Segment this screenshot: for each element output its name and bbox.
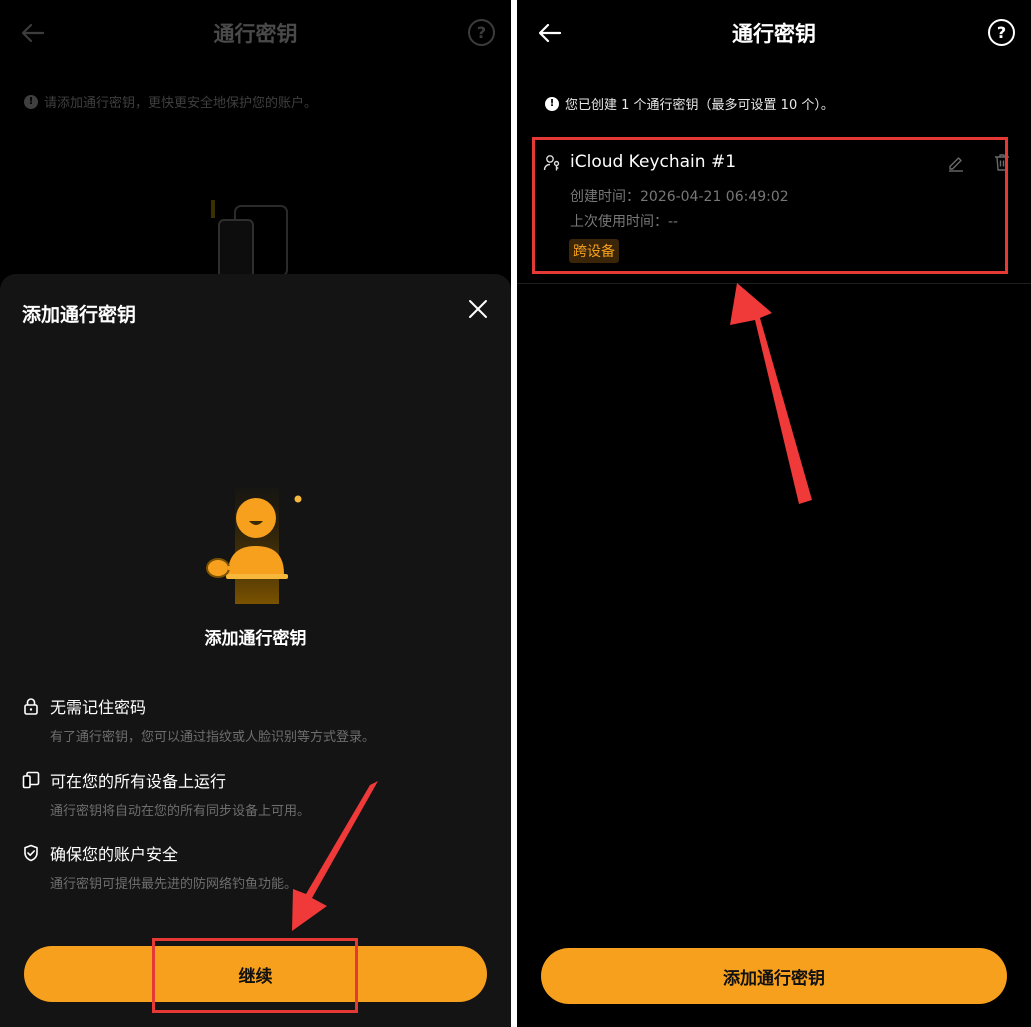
feature-account-secure: 确保您的账户安全 通行密钥可提供最先进的防网络钓鱼功能。 bbox=[22, 841, 491, 892]
feature-title: 无需记住密码 bbox=[50, 698, 147, 717]
page-title: 通行密钥 bbox=[732, 22, 816, 46]
question-icon: ? bbox=[476, 23, 487, 42]
passkey-name: iCloud Keychain #1 bbox=[570, 152, 737, 172]
header: 通行密钥 ? bbox=[517, 0, 1031, 66]
feature-title: 确保您的账户安全 bbox=[50, 845, 179, 864]
passkey-item[interactable]: iCloud Keychain #1 创建时间：2026-04-21 06:49… bbox=[535, 140, 1021, 273]
devices-icon bbox=[22, 771, 40, 789]
exclamation-icon: ! bbox=[545, 96, 559, 111]
feature-no-password: 无需记住密码 有了通行密钥，您可以通过指纹或人脸识别等方式登录。 bbox=[22, 694, 491, 745]
feature-desc: 有了通行密钥，您可以通过指纹或人脸识别等方式登录。 bbox=[50, 730, 376, 745]
close-icon[interactable] bbox=[467, 298, 489, 320]
feature-all-devices: 可在您的所有设备上运行 通行密钥将自动在您的所有同步设备上可用。 bbox=[22, 768, 491, 819]
add-passkey-sheet: 添加通行密钥 添加通行密钥 无需记住密码 有了通行密钥，您可以通过指纹或人脸识别… bbox=[0, 274, 511, 1027]
last-used-time: 上次使用时间：-- bbox=[570, 214, 679, 230]
edit-icon[interactable] bbox=[947, 154, 965, 172]
page-title: 通行密钥 bbox=[213, 22, 298, 46]
exclamation-icon: ! bbox=[24, 94, 38, 109]
help-button[interactable]: ? bbox=[468, 19, 495, 46]
passkey-user-illustration bbox=[206, 488, 302, 604]
question-icon: ? bbox=[996, 23, 1007, 42]
feature-title: 可在您的所有设备上运行 bbox=[50, 772, 227, 791]
sheet-title: 添加通行密钥 bbox=[22, 304, 137, 326]
lock-icon bbox=[24, 698, 38, 715]
passkey-user-icon bbox=[543, 155, 560, 171]
trash-icon[interactable] bbox=[993, 153, 1011, 172]
hero-caption: 添加通行密钥 bbox=[204, 629, 307, 649]
header: 通行密钥 ? bbox=[0, 0, 511, 66]
notice-text: 请添加通行密钥，更快更安全地保护您的账户。 bbox=[44, 96, 318, 111]
info-notice: ! 请添加通行密钥，更快更安全地保护您的账户。 bbox=[24, 92, 317, 111]
notice-text: 您已创建 1 个通行密钥（最多可设置 10 个）。 bbox=[565, 98, 834, 113]
divider bbox=[517, 283, 1031, 284]
help-button[interactable]: ? bbox=[988, 19, 1015, 46]
cross-device-badge: 跨设备 bbox=[569, 239, 619, 263]
shield-check-icon bbox=[24, 844, 38, 862]
devices-illustration bbox=[211, 200, 288, 275]
continue-button[interactable]: 继续 bbox=[24, 946, 487, 1002]
add-passkey-button[interactable]: 添加通行密钥 bbox=[541, 948, 1007, 1004]
feature-desc: 通行密钥可提供最先进的防网络钓鱼功能。 bbox=[50, 877, 298, 892]
created-time: 创建时间：2026-04-21 06:49:02 bbox=[570, 189, 789, 205]
feature-desc: 通行密钥将自动在您的所有同步设备上可用。 bbox=[50, 804, 311, 819]
info-notice: ! 您已创建 1 个通行密钥（最多可设置 10 个）。 bbox=[545, 94, 834, 113]
left-screen: 通行密钥 ? ! 请添加通行密钥，更快更安全地保护您的账户。 添加通行密钥 添加… bbox=[0, 0, 511, 1027]
right-screen: 通行密钥 ? ! 您已创建 1 个通行密钥（最多可设置 10 个）。 iClou… bbox=[517, 0, 1031, 1027]
